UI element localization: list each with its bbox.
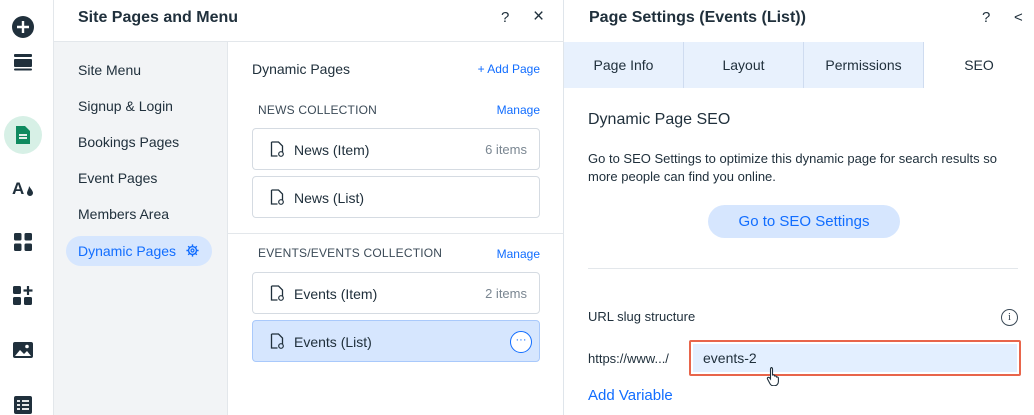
url-prefix: https://www.../ [588, 351, 669, 366]
pages-nav: Site Menu Signup & Login Bookings Pages … [54, 42, 228, 415]
help-icon[interactable]: ? [982, 9, 990, 26]
url-slug-label: URL slug structure [588, 309, 696, 324]
hand-cursor-icon [766, 366, 782, 391]
nav-dynamic-pages-label: Dynamic Pages [78, 243, 177, 259]
page-name: News (Item) [294, 142, 370, 158]
add-icon[interactable] [4, 8, 42, 46]
dynamic-page-icon [270, 285, 284, 306]
section-header: NEWS COLLECTION [258, 103, 378, 117]
section-header: EVENTS/EVENTS COLLECTION [258, 246, 443, 260]
divider [588, 268, 1018, 269]
page-name: Events (List) [294, 334, 372, 350]
add-variable-link[interactable]: Add Variable [588, 387, 673, 404]
pages-icon[interactable] [4, 116, 42, 154]
page-settings-panel: Page Settings (Events (List)) ? < Page I… [564, 0, 1034, 415]
tab-page-info[interactable]: Page Info [564, 42, 684, 88]
dynamic-pages-content: Dynamic Pages + Add Page NEWS COLLECTION… [228, 42, 564, 415]
tab-seo[interactable]: SEO [924, 42, 1034, 88]
cms-icon[interactable] [4, 386, 42, 415]
page-name: News (List) [294, 190, 365, 206]
go-to-seo-settings-button[interactable]: Go to SEO Settings [708, 205, 900, 238]
settings-title: Page Settings (Events (List)) [589, 9, 806, 26]
settings-tabs: Page Info Layout Permissions SEO [564, 42, 1034, 88]
section-divider [228, 233, 564, 234]
svg-text:A: A [12, 179, 24, 198]
dynamic-page-icon [270, 141, 284, 162]
apps-icon[interactable] [4, 223, 42, 261]
page-row-events-list[interactable]: Events (List) ··· [252, 320, 540, 362]
page-row-events-item[interactable]: Events (Item) 2 items [252, 272, 540, 314]
media-icon[interactable] [4, 331, 42, 369]
manage-news-link[interactable]: Manage [497, 103, 540, 117]
url-slug-highlight [689, 340, 1021, 376]
dynamic-page-icon [270, 333, 284, 354]
nav-members-area[interactable]: Members Area [78, 206, 169, 222]
gear-icon[interactable] [185, 243, 200, 263]
url-slug-input[interactable] [693, 344, 1017, 372]
seo-description: Go to SEO Settings to optimize this dyna… [588, 151, 997, 184]
add-apps-icon[interactable] [4, 277, 42, 315]
nav-signup-login[interactable]: Signup & Login [78, 98, 173, 114]
page-row-news-item[interactable]: News (Item) 6 items [252, 128, 540, 170]
nav-event-pages[interactable]: Event Pages [78, 170, 157, 186]
left-toolbar: A [0, 0, 54, 415]
page-name: Events (Item) [294, 286, 378, 302]
site-pages-panel: Site Pages and Menu ? × Site Menu Signup… [54, 0, 564, 415]
more-actions-icon[interactable]: ··· [510, 331, 532, 353]
manage-events-link[interactable]: Manage [497, 247, 540, 261]
tab-permissions[interactable]: Permissions [804, 42, 924, 88]
seo-heading: Dynamic Page SEO [588, 111, 731, 128]
panel-header: Site Pages and Menu ? × [54, 0, 564, 42]
nav-site-menu[interactable]: Site Menu [78, 62, 141, 78]
tab-layout[interactable]: Layout [684, 42, 804, 88]
close-icon[interactable]: × [533, 6, 544, 28]
back-icon[interactable]: < [1014, 9, 1023, 26]
info-icon[interactable]: i [1001, 309, 1018, 326]
nav-bookings-pages[interactable]: Bookings Pages [78, 134, 179, 150]
dynamic-page-icon [270, 189, 284, 210]
item-count: 6 items [485, 142, 527, 157]
help-icon[interactable]: ? [501, 9, 509, 26]
nav-dynamic-pages[interactable]: Dynamic Pages [66, 236, 212, 266]
content-title: Dynamic Pages [252, 61, 351, 77]
layers-icon[interactable] [4, 43, 42, 81]
item-count: 2 items [485, 286, 527, 301]
editor-window: A Site Pages and Menu ? × Site Menu Sign… [0, 0, 1034, 415]
design-icon[interactable]: A [4, 169, 42, 207]
page-row-news-list[interactable]: News (List) [252, 176, 540, 218]
add-page-button[interactable]: + Add Page [478, 62, 540, 76]
panel-title: Site Pages and Menu [78, 9, 239, 26]
